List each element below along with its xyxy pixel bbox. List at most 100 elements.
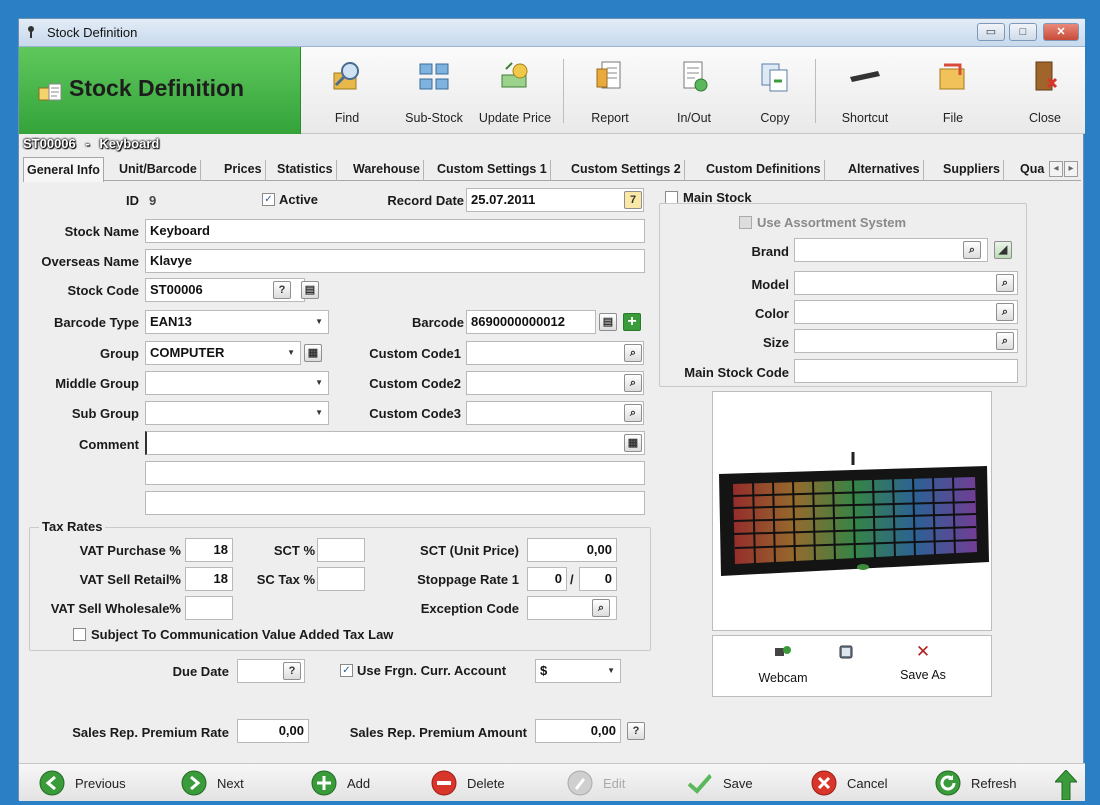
cancel-button[interactable]: Cancel [811,770,901,798]
calendar-icon[interactable]: 7 [624,191,642,209]
frgn-curr-checkbox[interactable]: ✓ [340,664,353,677]
tab-custom-definitions[interactable]: Custom Definitions [703,160,825,181]
file-button[interactable]: File [923,51,983,131]
edit-button[interactable]: Edit [567,770,647,798]
maximize-icon: □ [1019,26,1027,38]
sct-field[interactable] [317,538,365,562]
main-stock-code-field[interactable] [794,359,1018,383]
middle-group-select[interactable] [145,371,329,395]
comment-field-3[interactable] [145,491,645,515]
stoppage-rate-a-field[interactable]: 0 [527,567,567,591]
delete-button[interactable]: Delete [431,770,521,798]
toolbar: Stock Definition Find Sub-Stock Update P… [19,47,1085,134]
tab-scroll-right-icon[interactable]: ▸ [1064,161,1078,177]
color-field[interactable] [794,300,1018,324]
custom-code1-field[interactable] [466,341,644,365]
brand-field[interactable] [794,238,988,262]
tab-alternatives[interactable]: Alternatives [845,160,924,181]
color-label: Color [755,306,789,321]
custom-code2-field[interactable] [466,371,644,395]
sub-stock-button[interactable]: Sub-Stock [399,51,469,131]
add-button[interactable]: Add [311,770,391,798]
help-icon[interactable]: ? [273,281,291,299]
comment-field-2[interactable] [145,461,645,485]
premium-rate-field[interactable]: 0,00 [237,719,309,743]
barcode-field[interactable]: 8690000000012 [466,310,596,334]
tab-scroll-left-icon[interactable]: ◂ [1049,161,1063,177]
refresh-button[interactable]: Refresh [935,770,1035,798]
tab-custom-settings-2[interactable]: Custom Settings 2 [568,160,685,181]
find-button[interactable]: Find [315,51,379,131]
tab-statistics[interactable]: Statistics [274,160,337,181]
tab-unit-barcode[interactable]: Unit/Barcode [116,160,201,181]
tab-prices[interactable]: Prices [221,160,266,181]
brand-chart-icon[interactable]: ◢ [994,241,1012,259]
tab-suppliers[interactable]: Suppliers [940,160,1004,181]
premium-amount-label: Sales Rep. Premium Amount [349,725,527,740]
window-title: Stock Definition [47,25,138,40]
sc-tax-field[interactable] [317,567,365,591]
in-out-button[interactable]: In/Out [659,51,729,131]
minimize-button[interactable]: ▭ [977,23,1005,41]
due-date-help-icon[interactable]: ? [283,662,301,680]
brand-lookup-icon[interactable]: ⌕ [963,241,981,259]
premium-amount-value: 0,00 [590,723,616,738]
sct-label: SCT % [273,543,315,558]
overseas-name-field[interactable]: Klavye [145,249,645,273]
exception-lookup-icon[interactable]: ⌕ [592,599,610,617]
vat-purchase-field[interactable]: 18 [185,538,233,562]
model-lookup-icon[interactable]: ⌕ [996,274,1014,292]
copy-button[interactable]: Copy [745,51,805,131]
tab-custom-settings-1[interactable]: Custom Settings 1 [434,160,551,181]
size-lookup-icon[interactable]: ⌕ [996,332,1014,350]
active-checkbox[interactable]: ✓ [262,193,275,206]
close-button[interactable]: Close [1015,51,1075,131]
stock-name-field[interactable]: Keyboard [145,219,645,243]
record-code: ST00006 [23,136,76,151]
record-date-field[interactable]: 25.07.2011 [466,188,644,212]
stoppage-rate-b-field[interactable]: 0 [579,567,617,591]
shortcut-button[interactable]: Shortcut [827,51,903,131]
model-field[interactable] [794,271,1018,295]
save-as-button[interactable]: ✕ Save As [883,643,963,692]
size-field[interactable] [794,329,1018,353]
custom-code1-lookup-icon[interactable]: ⌕ [624,344,642,362]
premium-help-icon[interactable]: ? [627,722,645,740]
barcode-document-icon[interactable]: ▤ [599,313,617,331]
report-icon [596,61,621,89]
vat-sell-retail-field[interactable]: 18 [185,567,233,591]
next-button[interactable]: Next [181,770,261,798]
sub-group-select[interactable] [145,401,329,425]
custom-code2-lookup-icon[interactable]: ⌕ [624,374,642,392]
tab-warehouse[interactable]: Warehouse [350,160,424,181]
image-frame-button[interactable] [838,644,858,664]
premium-amount-field[interactable]: 0,00 [535,719,621,743]
comm-tax-checkbox[interactable] [73,628,86,641]
save-button[interactable]: Save [687,770,767,798]
tab-general-info[interactable]: General Info [23,157,104,182]
sct-unit-price-field[interactable]: 0,00 [527,538,617,562]
comment-list-icon[interactable]: ▦ [624,434,642,452]
currency-select[interactable]: $ [535,659,621,683]
window-close-button[interactable]: ✕ [1043,23,1079,41]
previous-label: Previous [75,776,126,791]
sub-stock-icon [419,63,449,90]
color-lookup-icon[interactable]: ⌕ [996,303,1014,321]
report-button[interactable]: Report [575,51,645,131]
webcam-button[interactable]: Webcam [743,644,823,692]
vat-sell-wholesale-field[interactable] [185,596,233,620]
add-barcode-icon[interactable]: + [623,313,641,331]
document-icon[interactable]: ▤ [301,281,319,299]
custom-code3-field[interactable] [466,401,644,425]
record-name: Keyboard [99,136,160,151]
tab-quality[interactable]: Qua [1017,160,1047,181]
comment-field-1[interactable] [145,431,645,455]
group-select[interactable]: COMPUTER [145,341,301,365]
previous-button[interactable]: Previous [39,770,139,798]
update-price-button[interactable]: Update Price [475,51,555,131]
custom-code3-lookup-icon[interactable]: ⌕ [624,404,642,422]
group-list-icon[interactable]: ▦ [304,344,322,362]
barcode-type-select[interactable]: EAN13 [145,310,329,334]
maximize-button[interactable]: □ [1009,23,1037,41]
scroll-top-button[interactable] [1053,769,1079,801]
